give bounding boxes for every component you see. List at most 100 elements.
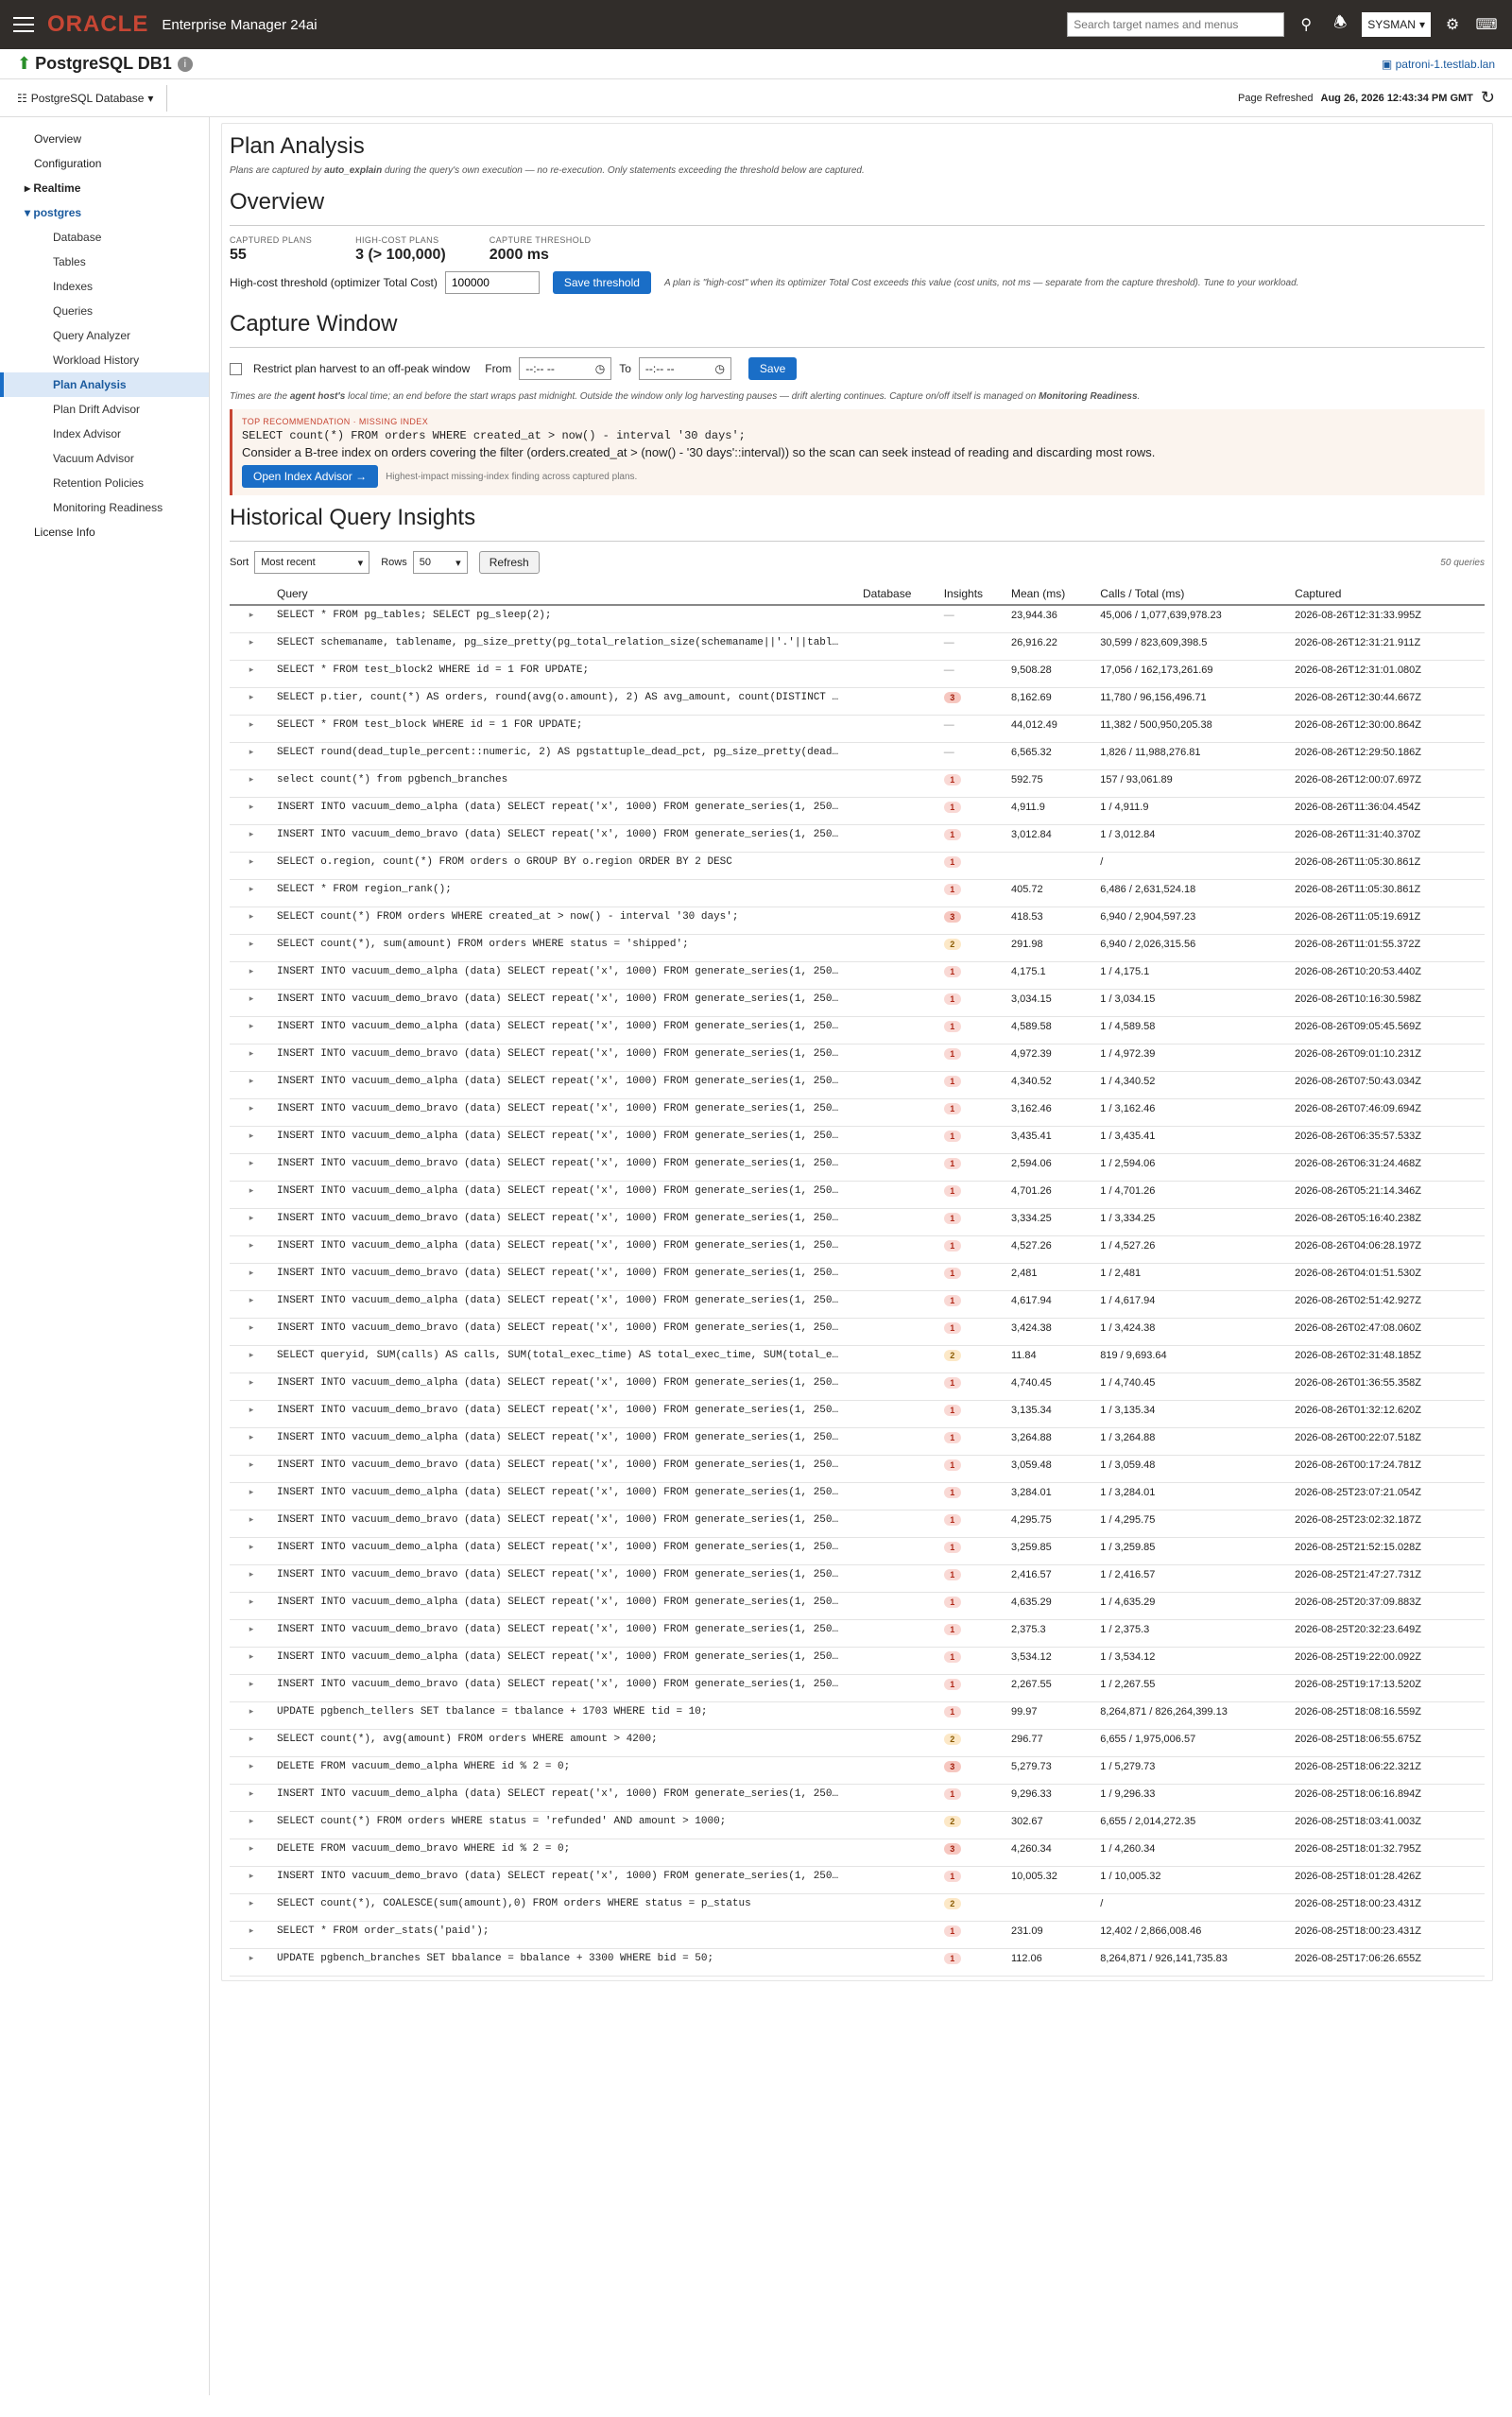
table-row[interactable]: ▸ SELECT count(*) FROM orders WHERE creat…: [230, 906, 1485, 935]
insight-badge[interactable]: 3: [943, 691, 961, 703]
info-icon[interactable]: i: [177, 56, 193, 72]
table-row[interactable]: ▸ SELECT round(dead_tuple_percent::numeri…: [230, 742, 1485, 770]
expand-row-icon[interactable]: ▸: [230, 1345, 273, 1373]
insight-badge[interactable]: 1: [943, 1541, 961, 1553]
sort-select[interactable]: Most recent ▾: [254, 551, 370, 574]
expand-row-icon[interactable]: ▸: [230, 1318, 273, 1346]
expand-row-icon[interactable]: ▸: [230, 1263, 273, 1291]
insight-badge[interactable]: 1: [943, 1047, 961, 1060]
global-search-input[interactable]: [1067, 12, 1285, 37]
col-header-mean-ms[interactable]: Mean (ms): [1006, 583, 1097, 606]
expand-row-icon[interactable]: ▸: [230, 1674, 273, 1702]
table-row[interactable]: ▸ SELECT * FROM order_stats('paid'); 1 231.…: [230, 1921, 1485, 1949]
expand-row-icon[interactable]: ▸: [230, 989, 273, 1017]
table-row[interactable]: ▸ DELETE FROM vacuum_demo_bravo WHERE id …: [230, 1839, 1485, 1867]
expand-row-icon[interactable]: ▸: [230, 852, 273, 880]
table-row[interactable]: ▸ INSERT INTO vacuum_demo_alpha (data) SE…: [230, 1181, 1485, 1209]
table-row[interactable]: ▸ INSERT INTO vacuum_demo_alpha (data) SE…: [230, 1482, 1485, 1511]
to-time-input[interactable]: --:-- -- ◷: [638, 357, 731, 380]
expand-row-icon[interactable]: ▸: [230, 1482, 273, 1511]
expand-row-icon[interactable]: ▸: [230, 1564, 273, 1593]
expand-row-icon[interactable]: ▸: [230, 879, 273, 907]
insight-badge[interactable]: 1: [943, 1376, 961, 1389]
rows-select[interactable]: 50 ▾: [412, 551, 468, 574]
table-row[interactable]: ▸ SELECT * FROM pg_tables; SELECT pg_slee…: [230, 605, 1485, 633]
insight-badge[interactable]: 1: [943, 855, 961, 868]
table-row[interactable]: ▸ INSERT INTO vacuum_demo_bravo (data) SE…: [230, 1400, 1485, 1428]
expand-row-icon[interactable]: ▸: [230, 1126, 273, 1154]
expand-row-icon[interactable]: ▸: [230, 660, 273, 688]
insight-badge[interactable]: 1: [943, 828, 961, 840]
table-row[interactable]: ▸ INSERT INTO vacuum_demo_bravo (data) SE…: [230, 1564, 1485, 1593]
insight-badge[interactable]: 2: [943, 938, 961, 950]
insight-badge[interactable]: 1: [943, 883, 961, 895]
keyboard-icon[interactable]: ⌨: [1474, 12, 1499, 37]
refresh-button[interactable]: Refresh: [478, 551, 540, 574]
insight-badge[interactable]: 1: [943, 1130, 961, 1142]
sidebar-item-query-analyzer[interactable]: Query Analyzer: [0, 323, 209, 348]
expand-row-icon[interactable]: ▸: [230, 1071, 273, 1099]
insight-badge[interactable]: 1: [943, 1678, 961, 1690]
expand-row-icon[interactable]: ▸: [230, 797, 273, 825]
sidebar-item-configuration[interactable]: Configuration: [0, 151, 209, 176]
expand-row-icon[interactable]: ▸: [230, 1592, 273, 1620]
insight-badge[interactable]: 1: [943, 1239, 961, 1252]
expand-row-icon[interactable]: ▸: [230, 1866, 273, 1894]
expand-row-icon[interactable]: ▸: [230, 1153, 273, 1182]
insight-badge[interactable]: 1: [943, 1321, 961, 1334]
table-row[interactable]: ▸ SELECT p.tier, count(*) AS orders, roun…: [230, 687, 1485, 716]
table-row[interactable]: ▸ SELECT count(*) FROM orders WHERE statu…: [230, 1811, 1485, 1839]
expand-row-icon[interactable]: ▸: [230, 906, 273, 935]
insight-badge[interactable]: 1: [943, 1650, 961, 1663]
bell-icon[interactable]: 🕭: [1328, 12, 1352, 37]
expand-row-icon[interactable]: ▸: [230, 605, 273, 633]
sidebar-item-workload-history[interactable]: Workload History: [0, 348, 209, 372]
expand-row-icon[interactable]: ▸: [230, 1647, 273, 1675]
save-window-button[interactable]: Save: [747, 357, 798, 380]
expand-row-icon[interactable]: ▸: [230, 824, 273, 853]
expand-row-icon[interactable]: ▸: [230, 1400, 273, 1428]
sidebar-item-license-info[interactable]: License Info: [0, 520, 209, 544]
table-row[interactable]: ▸ INSERT INTO vacuum_demo_bravo (data) SE…: [230, 1263, 1485, 1291]
sidebar-item-overview[interactable]: Overview: [0, 127, 209, 151]
expand-row-icon[interactable]: ▸: [230, 1427, 273, 1456]
table-row[interactable]: ▸ INSERT INTO vacuum_demo_bravo (data) SE…: [230, 1044, 1485, 1072]
sidebar-item-database[interactable]: Database: [0, 225, 209, 250]
table-row[interactable]: ▸ INSERT INTO vacuum_demo_alpha (data) SE…: [230, 1016, 1485, 1044]
insight-badge[interactable]: 1: [943, 1623, 961, 1635]
expand-row-icon[interactable]: ▸: [230, 1373, 273, 1401]
insight-badge[interactable]: 1: [943, 1212, 961, 1224]
insight-badge[interactable]: —: [944, 610, 954, 621]
expand-row-icon[interactable]: ▸: [230, 1784, 273, 1812]
insight-badge[interactable]: 1: [943, 1267, 961, 1279]
table-row[interactable]: ▸ INSERT INTO vacuum_demo_alpha (data) SE…: [230, 1290, 1485, 1319]
insight-badge[interactable]: 1: [943, 1513, 961, 1526]
table-row[interactable]: ▸ INSERT INTO vacuum_demo_alpha (data) SE…: [230, 1235, 1485, 1264]
sidebar-item-vacuum-advisor[interactable]: Vacuum Advisor: [0, 446, 209, 471]
refresh-icon[interactable]: ↻: [1481, 88, 1495, 108]
table-row[interactable]: ▸ DELETE FROM vacuum_demo_alpha WHERE id …: [230, 1756, 1485, 1785]
insight-badge[interactable]: 1: [943, 1157, 961, 1169]
expand-row-icon[interactable]: ▸: [230, 1455, 273, 1483]
insight-badge[interactable]: —: [944, 719, 954, 731]
expand-row-icon[interactable]: ▸: [230, 1729, 273, 1757]
insight-badge[interactable]: 1: [943, 1020, 961, 1032]
insight-badge[interactable]: 1: [943, 1102, 961, 1114]
sidebar-item-retention-policies[interactable]: Retention Policies: [0, 471, 209, 495]
expand-row-icon[interactable]: ▸: [230, 1208, 273, 1236]
col-header-captured[interactable]: Captured: [1291, 583, 1485, 606]
table-row[interactable]: ▸ SELECT count(*), sum(amount) FROM order…: [230, 934, 1485, 962]
table-row[interactable]: ▸ SELECT o.region, count(*) FROM orders o…: [230, 852, 1485, 880]
restrict-checkbox[interactable]: [230, 362, 242, 375]
insight-badge[interactable]: 1: [943, 1184, 961, 1197]
insight-badge[interactable]: 1: [943, 1870, 961, 1882]
insight-badge[interactable]: 1: [943, 1952, 961, 1964]
table-row[interactable]: ▸ INSERT INTO vacuum_demo_bravo (data) SE…: [230, 1510, 1485, 1538]
sidebar-item-postgres[interactable]: ▾ postgres: [0, 200, 209, 225]
insight-badge[interactable]: 1: [943, 1075, 961, 1087]
col-header-query[interactable]: Query: [273, 583, 859, 606]
table-row[interactable]: ▸ INSERT INTO vacuum_demo_bravo (data) SE…: [230, 824, 1485, 853]
insight-badge[interactable]: 1: [943, 1431, 961, 1443]
insight-badge[interactable]: 1: [943, 1925, 961, 1937]
insight-badge[interactable]: 1: [943, 1404, 961, 1416]
